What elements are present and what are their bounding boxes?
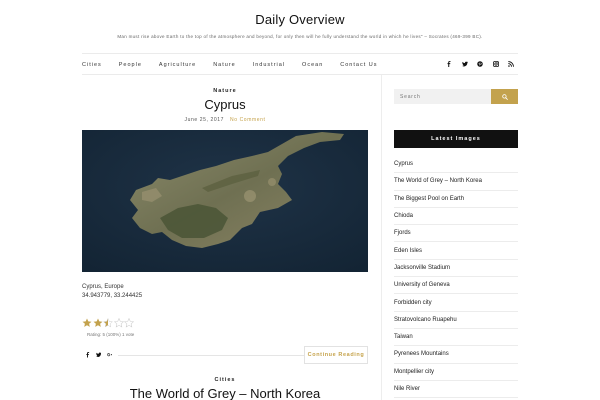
nav-item-cities[interactable]: Cities (82, 60, 102, 70)
search-icon (501, 93, 508, 100)
post-date: June 25, 2017 (184, 117, 225, 123)
share-icons (82, 351, 115, 359)
google-plus-icon[interactable] (104, 351, 115, 359)
post-coordinates: 34.943779, 33.244425 (82, 293, 143, 299)
latest-images-list: Cyprus The World of Grey – North Korea T… (394, 156, 518, 399)
empty-star-icon[interactable] (124, 318, 134, 328)
star-icon[interactable] (82, 318, 92, 328)
nav-item-agriculture[interactable]: Agriculture (159, 60, 196, 70)
social-links (441, 59, 519, 69)
search-button[interactable] (491, 89, 518, 104)
nav-item-ocean[interactable]: Ocean (302, 60, 323, 70)
nav-bottom-divider (82, 74, 518, 75)
continue-reading-button[interactable]: Continue Reading (304, 346, 368, 364)
nav-top-divider (82, 53, 518, 54)
nav-item-nature[interactable]: Nature (213, 60, 236, 70)
post-category[interactable]: Nature (82, 88, 368, 94)
list-item[interactable]: Pyrenees Mountains (394, 346, 518, 364)
post-satellite-image[interactable] (82, 130, 368, 272)
pinterest-icon[interactable] (473, 59, 487, 69)
site-title[interactable]: Daily Overview (0, 12, 600, 27)
post-caption: Cyprus, Europe 34.943779, 33.244425 (82, 283, 142, 301)
rating-summary: Rating: 5 (100%) 1 vote (87, 332, 135, 337)
list-item[interactable]: Taiwan (394, 329, 518, 347)
post-comments-link[interactable]: No Comment (230, 117, 265, 123)
post-location: Cyprus, Europe (82, 284, 124, 290)
list-item[interactable]: Cyprus (394, 156, 518, 174)
twitter-icon[interactable] (93, 351, 104, 359)
instagram-icon[interactable] (489, 59, 503, 69)
list-item[interactable]: Nile River (394, 381, 518, 399)
star-icon[interactable] (93, 318, 103, 328)
list-item[interactable]: University of Geneva (394, 277, 518, 295)
next-post-title[interactable]: The World of Grey – North Korea (82, 386, 368, 400)
search-input[interactable] (394, 89, 491, 104)
twitter-icon[interactable] (458, 59, 472, 69)
empty-star-icon[interactable] (113, 318, 124, 328)
list-item[interactable]: The World of Grey – North Korea (394, 173, 518, 191)
nav-item-contact-us[interactable]: Contact Us (340, 60, 377, 70)
facebook-icon[interactable] (442, 59, 456, 69)
cyprus-satellite-picture (82, 130, 368, 272)
post-title[interactable]: Cyprus (82, 97, 368, 112)
list-item[interactable]: Montpellier city (394, 364, 518, 381)
list-item[interactable]: Eden Isles (394, 242, 518, 260)
half-star-icon[interactable] (103, 318, 113, 328)
post-meta: June 25, 2017 No Comment (82, 117, 368, 123)
latest-images-heading: Latest Images (394, 130, 518, 148)
nav-item-industrial[interactable]: Industrial (253, 60, 285, 70)
list-item[interactable]: Stratovolcano Ruapehu (394, 312, 518, 329)
rating-stars[interactable] (82, 318, 135, 328)
rss-icon[interactable] (504, 59, 518, 69)
next-post-category[interactable]: Cities (82, 377, 368, 383)
list-item[interactable]: Jacksonville Stadium (394, 260, 518, 278)
share-divider (118, 355, 304, 356)
nav-item-people[interactable]: People (119, 60, 142, 70)
list-item[interactable]: Chioda (394, 208, 518, 226)
site-tagline: Man must rise above Earth to the top of … (117, 34, 483, 39)
list-item[interactable]: Fjords (394, 225, 518, 243)
sidebar-divider (381, 75, 382, 400)
list-item[interactable]: Forbidden city (394, 294, 518, 312)
list-item[interactable]: The Biggest Pool on Earth (394, 191, 518, 208)
main-nav: Cities People Agriculture Nature Industr… (82, 60, 394, 70)
facebook-icon[interactable] (82, 351, 93, 359)
